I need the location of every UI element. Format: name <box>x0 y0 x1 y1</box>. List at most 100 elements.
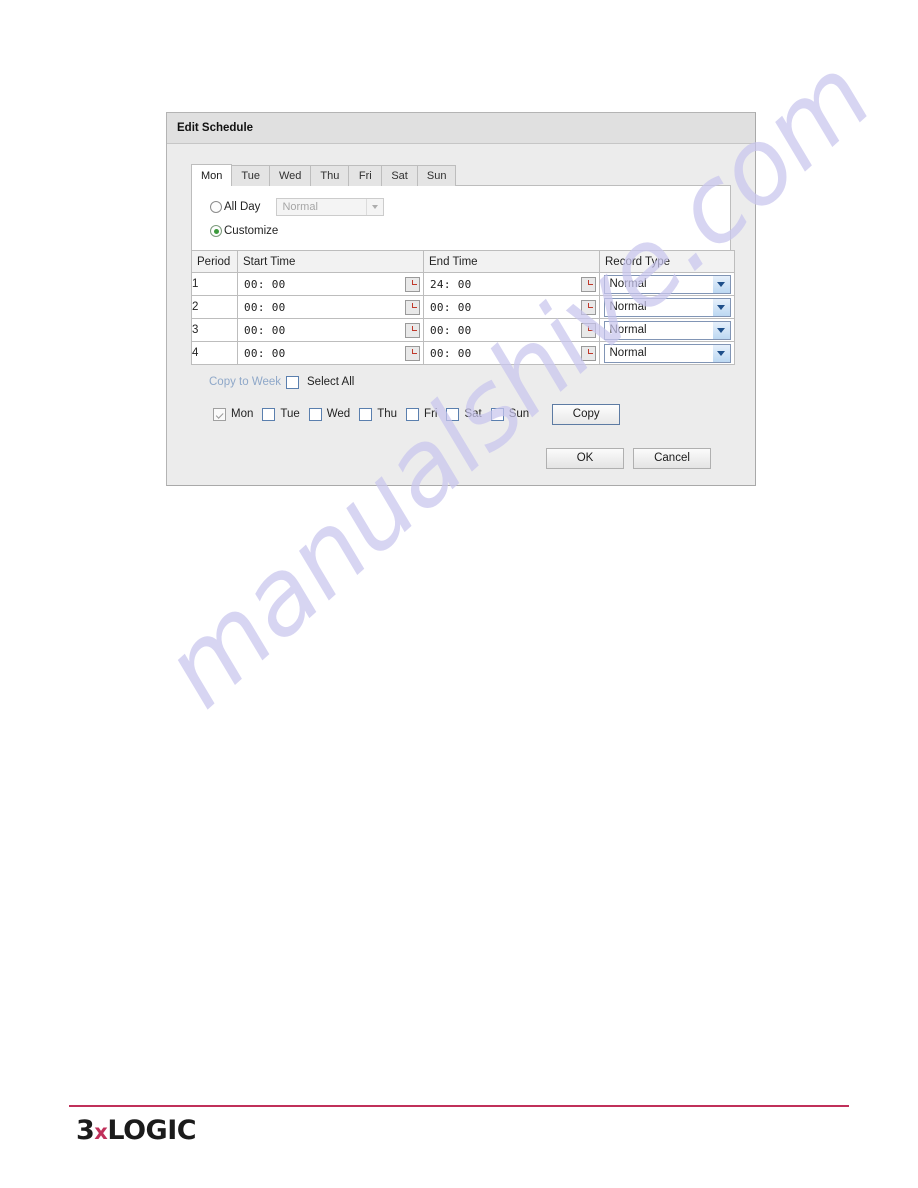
clock-icon[interactable] <box>581 299 596 315</box>
day-checkbox-item-tue[interactable]: Tue <box>262 407 300 421</box>
cell-period: 3 <box>191 318 238 342</box>
start-time-value: 00: 00 <box>244 300 286 314</box>
end-time-value: 00: 00 <box>430 323 472 337</box>
tab-tue[interactable]: Tue <box>231 165 270 186</box>
clock-icon[interactable] <box>581 345 596 361</box>
checkbox-tue[interactable] <box>262 407 276 421</box>
clock-icon[interactable] <box>405 345 420 361</box>
schedule-mode-panel: All Day Normal Customize <box>191 185 731 251</box>
table-row: 4 00: 00 00: 00 Normal <box>191 341 735 365</box>
chevron-down-icon[interactable] <box>712 298 730 316</box>
start-time-value: 00: 00 <box>244 346 286 360</box>
checkbox-thu[interactable] <box>359 407 373 421</box>
cell-record-type[interactable]: Normal <box>599 318 735 342</box>
checkbox-sun[interactable] <box>490 407 504 421</box>
day-checkbox-item-fri[interactable]: Fri <box>406 407 438 421</box>
checkbox-wed[interactable] <box>308 407 322 421</box>
checkbox-label-thu: Thu <box>377 408 398 420</box>
checkbox-sat[interactable] <box>446 407 460 421</box>
all-day-label: All Day <box>224 201 261 213</box>
select-all-checkbox[interactable] <box>286 375 300 389</box>
record-type-select[interactable]: Normal <box>603 297 731 317</box>
edit-schedule-dialog: Edit Schedule Mon Tue Wed Thu Fri Sat Sun All … <box>166 112 756 486</box>
checkbox-label-mon: Mon <box>231 408 254 420</box>
header-record-type: Record Type <box>599 250 735 273</box>
end-time-value: 00: 00 <box>430 346 472 360</box>
copy-to-week-label: Copy to Week <box>209 376 282 388</box>
all-day-radio[interactable] <box>210 201 222 213</box>
checkbox-label-fri: Fri <box>424 408 438 420</box>
brand-x: x <box>94 1120 108 1144</box>
clock-icon[interactable] <box>581 322 596 338</box>
header-period: Period <box>191 250 238 273</box>
record-type-value: Normal <box>609 324 647 336</box>
tab-wed[interactable]: Wed <box>268 165 312 186</box>
ok-button[interactable]: OK <box>546 448 624 469</box>
cell-start-time[interactable]: 00: 00 <box>237 318 424 342</box>
cell-record-type[interactable]: Normal <box>599 272 735 296</box>
clock-icon[interactable] <box>405 299 420 315</box>
dialog-body: Mon Tue Wed Thu Fri Sat Sun All Day Normal Cus… <box>167 144 755 469</box>
chevron-down-icon[interactable] <box>712 344 730 362</box>
chevron-down-icon[interactable] <box>712 275 730 293</box>
brand-prefix: 3 <box>76 1115 95 1146</box>
cell-record-type[interactable]: Normal <box>599 341 735 365</box>
all-day-record-type-select[interactable]: Normal <box>276 198 385 216</box>
day-checkbox-item-wed[interactable]: Wed <box>308 407 350 421</box>
customize-row[interactable]: Customize <box>210 221 730 241</box>
tab-fri[interactable]: Fri <box>348 165 383 186</box>
cell-end-time[interactable]: 00: 00 <box>423 341 600 365</box>
tab-mon[interactable]: Mon <box>191 164 233 186</box>
cell-start-time[interactable]: 00: 00 <box>237 295 424 319</box>
brand-logo: 3xLOGIC <box>76 1115 197 1146</box>
cell-start-time[interactable]: 00: 00 <box>237 272 424 296</box>
checkbox-mon <box>213 407 226 421</box>
start-time-value: 00: 00 <box>244 323 286 337</box>
tab-thu[interactable]: Thu <box>310 165 350 186</box>
tab-sun[interactable]: Sun <box>416 165 457 186</box>
day-checkbox-item-mon[interactable]: Mon <box>213 407 254 421</box>
footer-rule <box>69 1105 849 1107</box>
schedule-table: Period Start Time End Time Record Type 1… <box>191 250 735 365</box>
day-checkbox-item-sun[interactable]: Sun <box>490 407 529 421</box>
page-title: Edit Schedule <box>177 122 254 134</box>
day-checkbox-item-thu[interactable]: Thu <box>359 407 398 421</box>
cell-start-time[interactable]: 00: 00 <box>237 341 424 365</box>
table-row: 3 00: 00 00: 00 Normal <box>191 318 735 342</box>
select-all-label: Select All <box>307 376 355 388</box>
chevron-down-icon <box>366 199 384 215</box>
tab-sat[interactable]: Sat <box>381 165 418 186</box>
cancel-button[interactable]: Cancel <box>633 448 711 469</box>
cell-period: 2 <box>191 295 238 319</box>
record-type-value: Normal <box>609 278 647 290</box>
checkbox-fri[interactable] <box>406 407 420 421</box>
all-day-row[interactable]: All Day Normal <box>210 197 730 217</box>
cell-end-time[interactable]: 00: 00 <box>423 295 600 319</box>
record-type-select[interactable]: Normal <box>603 343 731 363</box>
header-end-time: End Time <box>423 250 600 273</box>
cell-period: 4 <box>191 341 238 365</box>
cell-record-type[interactable]: Normal <box>599 295 735 319</box>
clock-icon[interactable] <box>581 276 596 292</box>
day-checkbox-item-sat[interactable]: Sat <box>446 407 482 421</box>
end-time-value: 00: 00 <box>430 300 472 314</box>
table-row: 1 00: 00 24: 00 Normal <box>191 272 735 296</box>
cell-end-time[interactable]: 00: 00 <box>423 318 600 342</box>
clock-icon[interactable] <box>405 276 420 292</box>
checkbox-label-tue: Tue <box>280 408 300 420</box>
copy-button[interactable]: Copy <box>552 403 621 425</box>
header-start-time: Start Time <box>237 250 424 273</box>
copy-to-week-row: Copy to Week Select All <box>209 373 731 391</box>
record-type-value: Normal <box>609 347 647 359</box>
cell-period: 1 <box>191 272 238 296</box>
end-time-value: 24: 00 <box>430 277 472 291</box>
clock-icon[interactable] <box>405 322 420 338</box>
brand-suffix: LOGIC <box>107 1115 197 1146</box>
weekday-tabstrip: Mon Tue Wed Thu Fri Sat Sun <box>191 164 731 186</box>
record-type-select[interactable]: Normal <box>603 274 731 294</box>
start-time-value: 00: 00 <box>244 277 286 291</box>
record-type-select[interactable]: Normal <box>603 320 731 340</box>
chevron-down-icon[interactable] <box>712 321 730 339</box>
cell-end-time[interactable]: 24: 00 <box>423 272 600 296</box>
customize-radio[interactable] <box>210 225 222 237</box>
